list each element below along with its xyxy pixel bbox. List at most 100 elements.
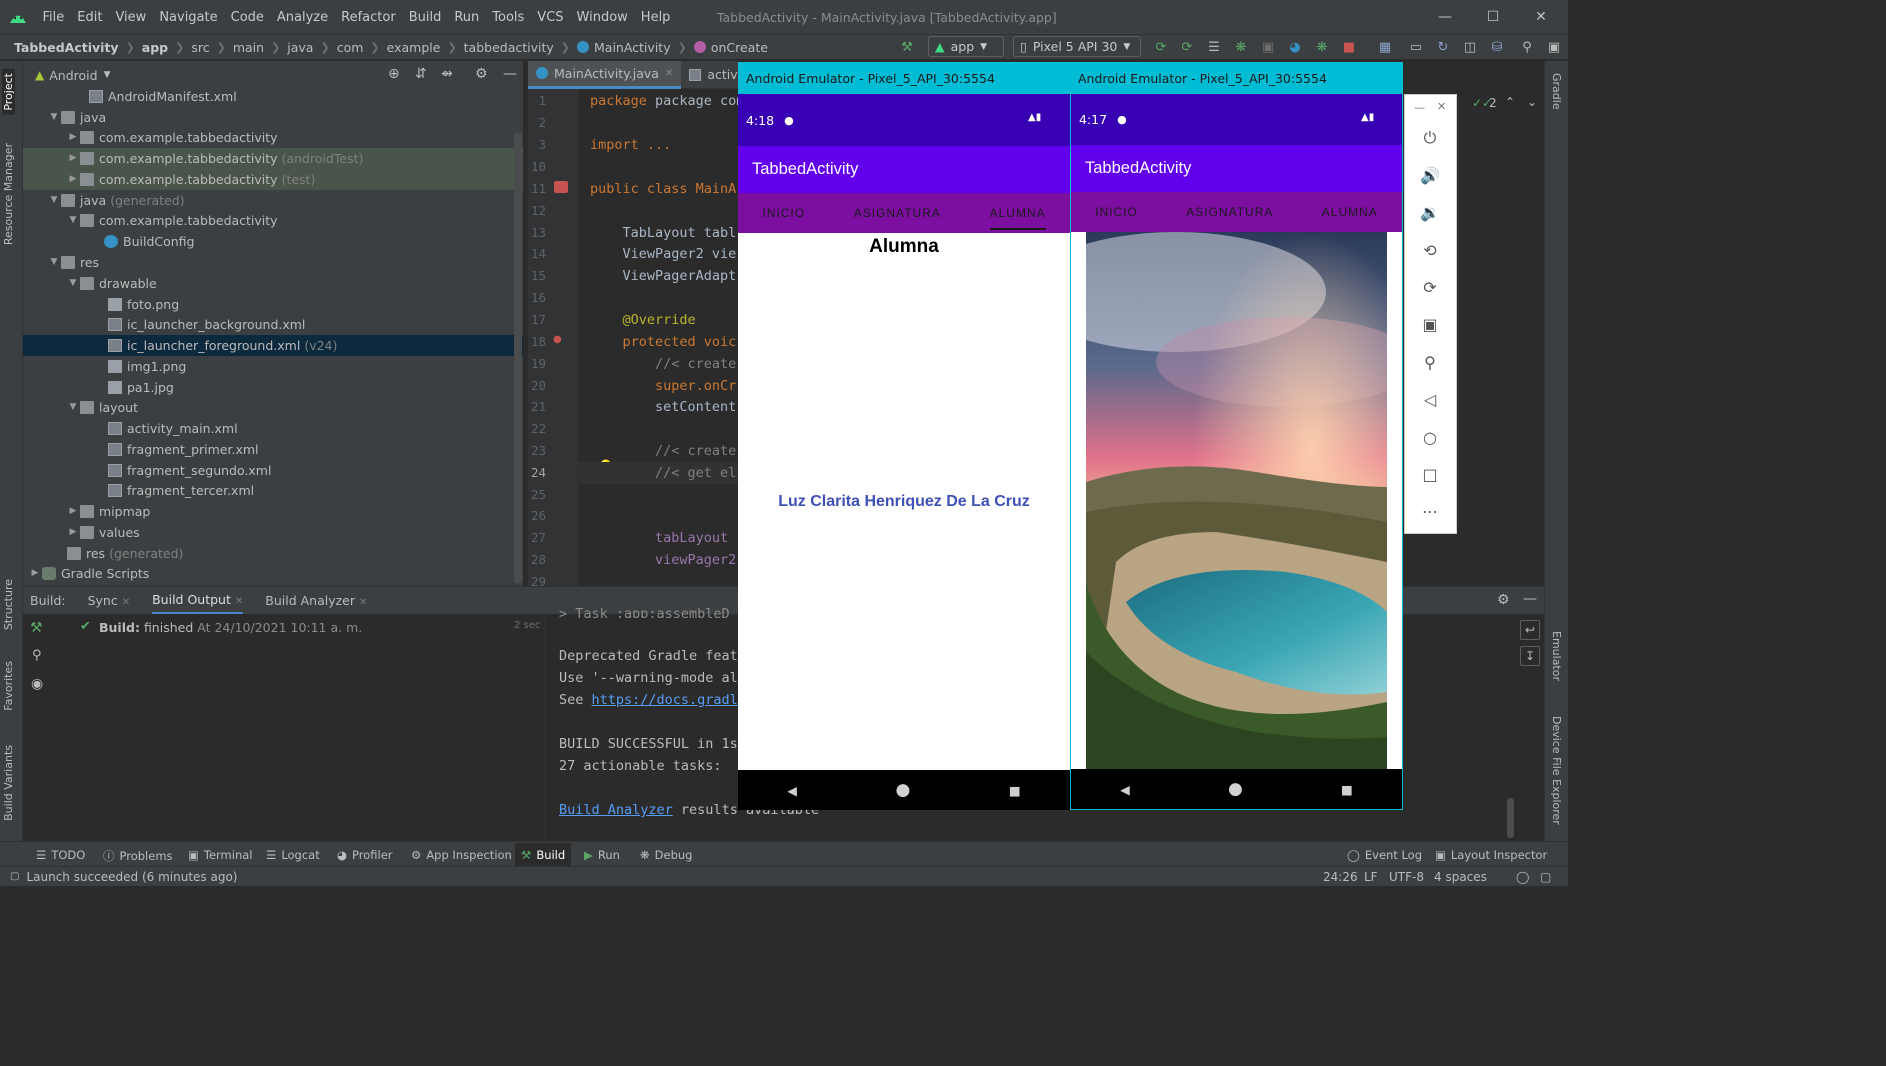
- menu-vcs[interactable]: VCS: [531, 10, 570, 25]
- run-list-icon[interactable]: ☰: [1205, 38, 1223, 56]
- device-dropdown[interactable]: ▯ Pixel 5 API 30 ▼: [1013, 36, 1141, 57]
- back-icon[interactable]: ◀: [1120, 782, 1130, 797]
- menu-run[interactable]: Run: [448, 10, 486, 25]
- close-tab-icon[interactable]: ✕: [665, 68, 673, 79]
- tree-item-manifest[interactable]: AndroidManifest.xml: [23, 86, 523, 107]
- breadcrumb-project[interactable]: TabbedActivity: [14, 40, 119, 55]
- app-tab-asignatura[interactable]: ASIGNATURA: [1186, 205, 1273, 219]
- breadcrumb-main[interactable]: main: [233, 40, 264, 55]
- gear-icon[interactable]: ⚙: [1497, 592, 1510, 608]
- close-icon[interactable]: ✕: [1437, 100, 1446, 113]
- tool-todo[interactable]: ☰ TODO: [36, 848, 85, 862]
- tree-item-foto[interactable]: foto.png: [23, 294, 523, 315]
- project-structure-icon[interactable]: ⛁: [1488, 38, 1506, 56]
- status-message[interactable]: Launch succeeded (6 minutes ago): [26, 870, 237, 884]
- tree-item-package-main[interactable]: ▶ com.example.tabbedactivity: [23, 127, 523, 148]
- menu-file[interactable]: File: [36, 10, 71, 25]
- menu-code[interactable]: Code: [224, 10, 270, 25]
- back-icon[interactable]: ◁: [1418, 387, 1442, 411]
- tool-app-inspection[interactable]: ⚙ App Inspection: [411, 848, 512, 862]
- build-analyzer-link[interactable]: Build Analyzer: [559, 802, 673, 818]
- build-status[interactable]: Build: finished At 24/10/2021 10:11 a. m…: [99, 620, 362, 635]
- stop-icon[interactable]: ■: [1340, 38, 1358, 56]
- menu-help[interactable]: Help: [634, 10, 677, 25]
- tab-sync[interactable]: Sync ✕: [88, 593, 131, 608]
- menu-window[interactable]: Window: [570, 10, 634, 25]
- tab-project[interactable]: Project: [2, 69, 15, 115]
- tree-item-fragment-segundo[interactable]: fragment_segundo.xml: [23, 460, 523, 481]
- gear-icon[interactable]: ⚙: [475, 66, 488, 82]
- tree-item-gradle-scripts[interactable]: ▶ Gradle Scripts: [23, 563, 523, 584]
- recents-icon[interactable]: ■: [1341, 782, 1353, 797]
- chevron-up-icon[interactable]: ⌃: [1505, 95, 1515, 109]
- search-icon[interactable]: ⚲: [1518, 38, 1536, 56]
- tab-build-variants[interactable]: Build Variants: [2, 745, 15, 821]
- breadcrumb-class[interactable]: MainActivity: [594, 40, 671, 55]
- back-icon[interactable]: ◀: [787, 783, 797, 798]
- breadcrumb-java[interactable]: java: [287, 40, 313, 55]
- breadcrumb-com[interactable]: com: [337, 40, 364, 55]
- menu-build[interactable]: Build: [402, 10, 448, 25]
- tree-item-layout[interactable]: ▼ layout: [23, 397, 523, 418]
- memory-icon[interactable]: ▢: [1540, 870, 1551, 884]
- locate-icon[interactable]: ⊕: [388, 66, 400, 82]
- run-gutter-icon[interactable]: [554, 181, 568, 193]
- tree-item-values[interactable]: ▶ values: [23, 522, 523, 543]
- project-view-selector[interactable]: Android: [49, 68, 97, 83]
- tab-gradle[interactable]: Gradle: [1550, 73, 1563, 110]
- breadcrumb-src[interactable]: src: [191, 40, 209, 55]
- tab-build-output[interactable]: Build Output ✕: [152, 587, 244, 615]
- menu-refactor[interactable]: Refactor: [335, 10, 403, 25]
- tool-problems[interactable]: ⓘ Problems: [103, 848, 173, 864]
- tab-resource-manager[interactable]: Resource Manager: [2, 143, 15, 245]
- rotate-left-icon[interactable]: ⟲: [1418, 238, 1442, 262]
- tree-item-java[interactable]: ▼ java: [23, 107, 523, 128]
- tree-item-mipmap[interactable]: ▶ mipmap: [23, 501, 523, 522]
- tree-item-pa1[interactable]: pa1.jpg: [23, 377, 523, 398]
- output-scrollbar[interactable]: [1507, 798, 1514, 838]
- sdk-manager-icon[interactable]: ◫: [1461, 38, 1479, 56]
- home-icon[interactable]: ●: [1228, 779, 1243, 799]
- menu-analyze[interactable]: Analyze: [270, 10, 334, 25]
- emulator1-title-bar[interactable]: Android Emulator - Pixel_5_API_30:5554: [738, 62, 1070, 94]
- tree-item-java-generated[interactable]: ▼ java (generated): [23, 190, 523, 211]
- tool-profiler[interactable]: ◕ Profiler: [337, 848, 393, 862]
- build-hammer-icon[interactable]: ⚒: [30, 620, 43, 636]
- chevron-down-icon[interactable]: ▼: [104, 70, 111, 80]
- project-scrollbar[interactable]: [514, 133, 522, 583]
- tab-emulator[interactable]: Emulator: [1550, 631, 1563, 681]
- rotate-right-icon[interactable]: ⟳: [1418, 275, 1442, 299]
- tree-item-fragment-primer[interactable]: fragment_primer.xml: [23, 439, 523, 460]
- hammer-icon[interactable]: ⚒: [898, 38, 916, 56]
- maximize-icon[interactable]: ☐: [1470, 0, 1516, 34]
- minimize-icon[interactable]: —: [1414, 101, 1425, 114]
- chevron-down-icon[interactable]: ⌄: [1527, 95, 1537, 109]
- recents-icon[interactable]: ■: [1009, 783, 1021, 798]
- apply-changes-icon[interactable]: ⟳: [1152, 38, 1170, 56]
- app-tab-asignatura[interactable]: ASIGNATURA: [854, 206, 941, 220]
- eye-icon[interactable]: ◉: [31, 676, 43, 692]
- breadcrumb-package[interactable]: tabbedactivity: [464, 40, 554, 55]
- emulator2-title-bar[interactable]: Android Emulator - Pixel_5_API_30:5554: [1070, 62, 1403, 94]
- collapse-all-icon[interactable]: ⇴: [441, 66, 453, 82]
- more-icon[interactable]: ⋯: [1418, 499, 1442, 523]
- attach-debugger-icon[interactable]: ▣: [1259, 38, 1277, 56]
- overview-icon[interactable]: □: [1418, 462, 1442, 486]
- app-tab-inicio[interactable]: INICIO: [762, 206, 805, 220]
- gradle-docs-link[interactable]: https://docs.gradl: [592, 692, 738, 708]
- caret-position[interactable]: 24:26: [1323, 870, 1358, 884]
- tree-item-img1[interactable]: img1.png: [23, 356, 523, 377]
- device-manager-icon[interactable]: ▦: [1376, 38, 1394, 56]
- app-tab-alumna[interactable]: ALUMNA: [1322, 205, 1378, 219]
- app-tab-alumna[interactable]: ALUMNA: [989, 206, 1046, 230]
- menu-edit[interactable]: Edit: [71, 10, 109, 25]
- tree-item-res[interactable]: ▼ res: [23, 252, 523, 273]
- indent-setting[interactable]: 4 spaces: [1434, 870, 1487, 884]
- attach-process-icon[interactable]: ❋: [1313, 38, 1331, 56]
- tree-item-res-generated[interactable]: res (generated): [23, 543, 523, 564]
- run-config-dropdown[interactable]: ▲ app ▼: [928, 36, 1004, 57]
- menu-navigate[interactable]: Navigate: [153, 10, 224, 25]
- tool-build[interactable]: ⚒ Build: [515, 843, 572, 867]
- override-gutter-icon[interactable]: ●: [553, 334, 562, 345]
- home-icon[interactable]: ●: [895, 780, 910, 800]
